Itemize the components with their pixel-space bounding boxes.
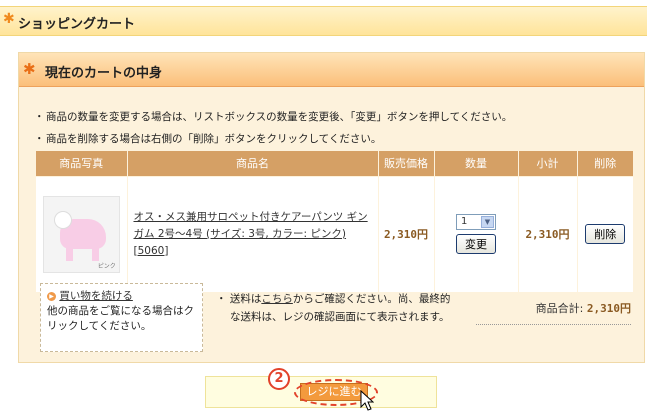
arrow-right-icon: ▶: [47, 292, 56, 301]
product-name-link[interactable]: オス・メス兼用サロペット付きケアーパンツ ギンガム 2号〜4号 (サイズ: 3号…: [128, 209, 378, 260]
cart-heading: ✱ 現在のカートの中身: [19, 53, 644, 87]
product-photo[interactable]: ピンク: [42, 195, 120, 273]
photo-tag: ピンク: [97, 262, 116, 270]
shipping-note: ・ 送料はこちらからご確認ください。尚、最終的 な送料は、レジの確認画面にて表示…: [216, 293, 451, 323]
delete-button[interactable]: 削除: [585, 224, 626, 245]
instructions: ・商品の数量を変更する場合は、リストボックスの数量を変更後、「変更」ボタンを押し…: [34, 106, 512, 150]
column-header: 数量: [434, 151, 519, 176]
continue-shopping-link[interactable]: 買い物を続ける: [59, 290, 133, 302]
shipping-link[interactable]: こちら: [261, 293, 293, 305]
instruction-line: ・商品を削除する場合は右側の「削除」ボタンをクリックしてください。: [34, 133, 382, 145]
quantity-select[interactable]: 1 ▼: [456, 214, 496, 231]
continue-shopping-text: 他の商品をご覧になる場合はクリックしてください。: [47, 305, 194, 332]
order-total: 商品合計: 2,310円: [476, 299, 631, 325]
column-header: 小計: [518, 151, 578, 176]
chevron-down-icon[interactable]: ▼: [481, 216, 494, 229]
sale-price: 2,310円: [378, 175, 435, 292]
continue-shopping-box: ▶ 買い物を続ける 他の商品をご覧になる場合はクリックしてください。: [40, 283, 203, 352]
cart-table: 商品写真 商品名 販売価格 数量 小計 削除 ピンク オス・メス兼用サロペット付…: [36, 151, 633, 292]
column-header: 削除: [577, 151, 633, 176]
delete-cell: 削除: [577, 175, 633, 292]
subtotal: 2,310円: [518, 175, 578, 292]
page-title: ショッピングカート: [18, 17, 136, 32]
update-button[interactable]: 変更: [456, 234, 496, 255]
quantity-cell: 1 ▼ 変更: [434, 175, 519, 292]
table-header-row: 商品写真 商品名 販売価格 数量 小計 削除: [36, 151, 633, 176]
column-header: 商品名: [127, 151, 379, 176]
mouse-cursor-icon: [360, 390, 374, 411]
column-header: 販売価格: [378, 151, 435, 176]
product-name-cell: オス・メス兼用サロペット付きケアーパンツ ギンガム 2号〜4号 (サイズ: 3号…: [127, 175, 379, 292]
total-value: 2,310円: [586, 302, 631, 315]
page-header: ✱ ショッピングカート: [0, 6, 647, 36]
product-photo-cell: ピンク: [36, 175, 128, 292]
column-header: 商品写真: [36, 151, 128, 176]
total-label: 商品合計:: [535, 302, 584, 315]
instruction-line: ・商品の数量を変更する場合は、リストボックスの数量を変更後、「変更」ボタンを押し…: [34, 111, 513, 123]
table-row: ピンク オス・メス兼用サロペット付きケアーパンツ ギンガム 2号〜4号 (サイズ…: [36, 175, 633, 292]
star-icon: ✱: [23, 60, 36, 78]
quantity-value: 1: [461, 216, 468, 228]
star-icon: ✱: [3, 11, 15, 27]
step-badge: 2: [268, 368, 290, 390]
cart-heading-title: 現在のカートの中身: [45, 66, 163, 81]
